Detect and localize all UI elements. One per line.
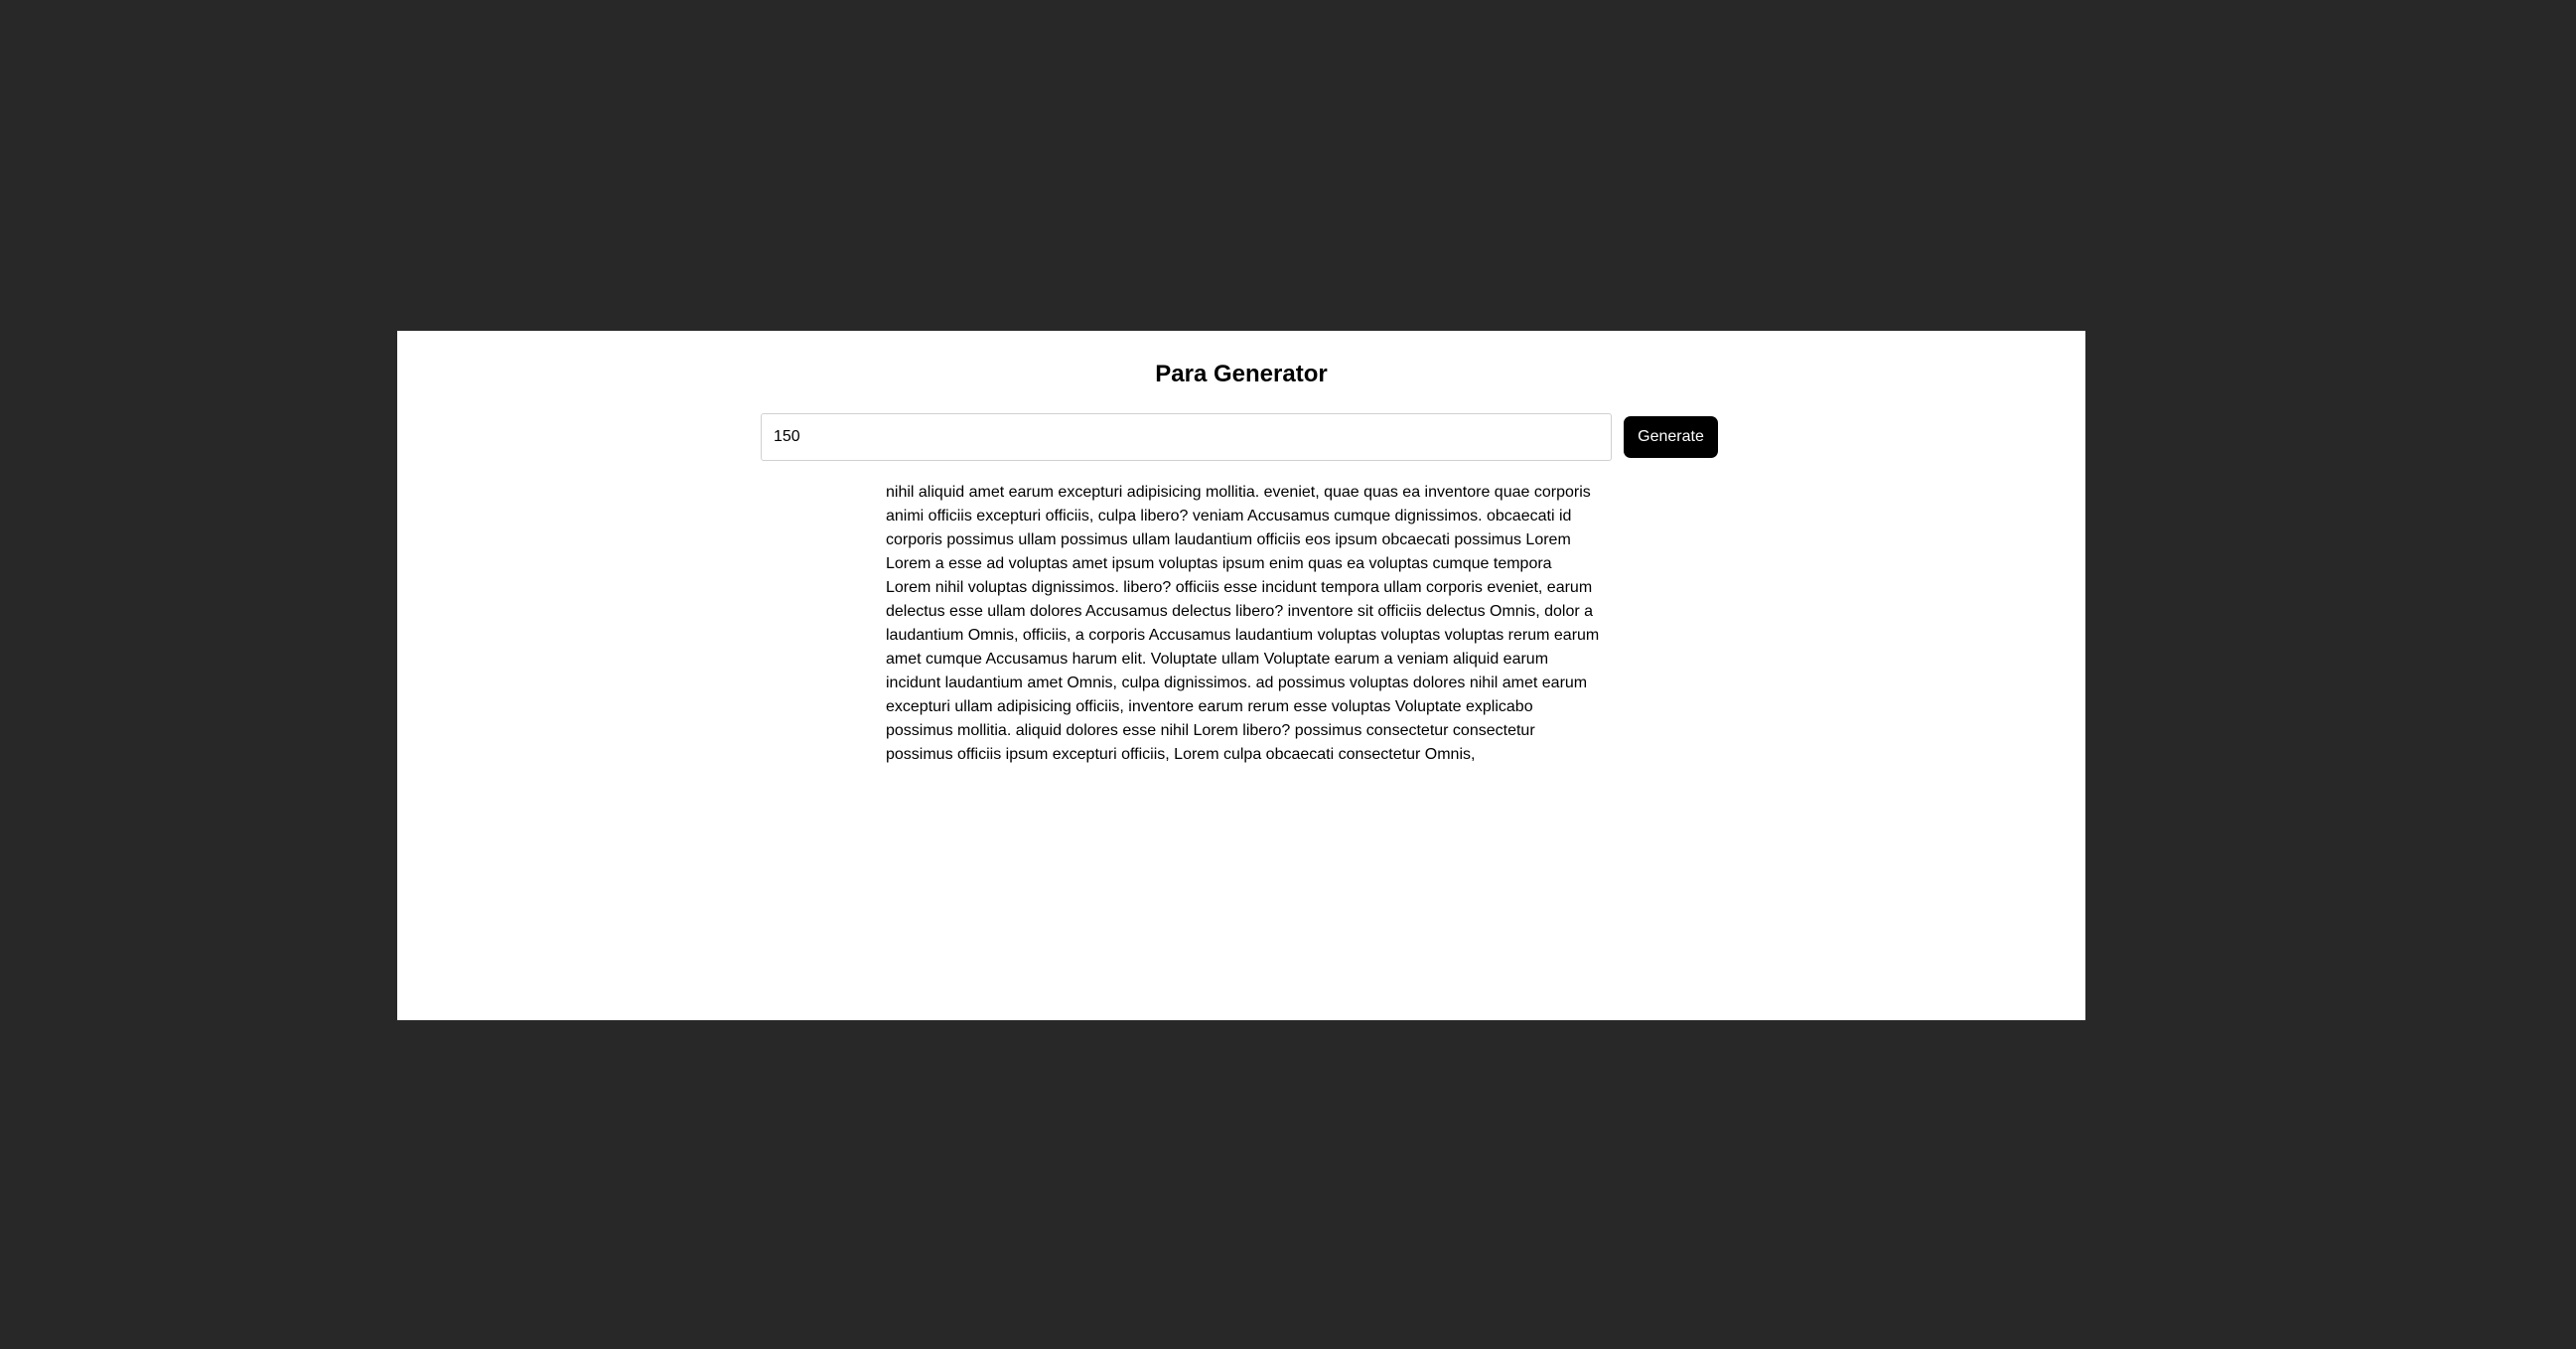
word-count-input[interactable]: [761, 413, 1612, 461]
generator-controls: Generate: [761, 413, 1718, 461]
page-title: Para Generator: [1155, 361, 1328, 387]
app-frame: Para Generator Generate nihil aliquid am…: [397, 331, 2085, 1020]
generate-button[interactable]: Generate: [1624, 416, 1718, 458]
generated-paragraph: nihil aliquid amet earum excepturi adipi…: [886, 484, 1600, 763]
